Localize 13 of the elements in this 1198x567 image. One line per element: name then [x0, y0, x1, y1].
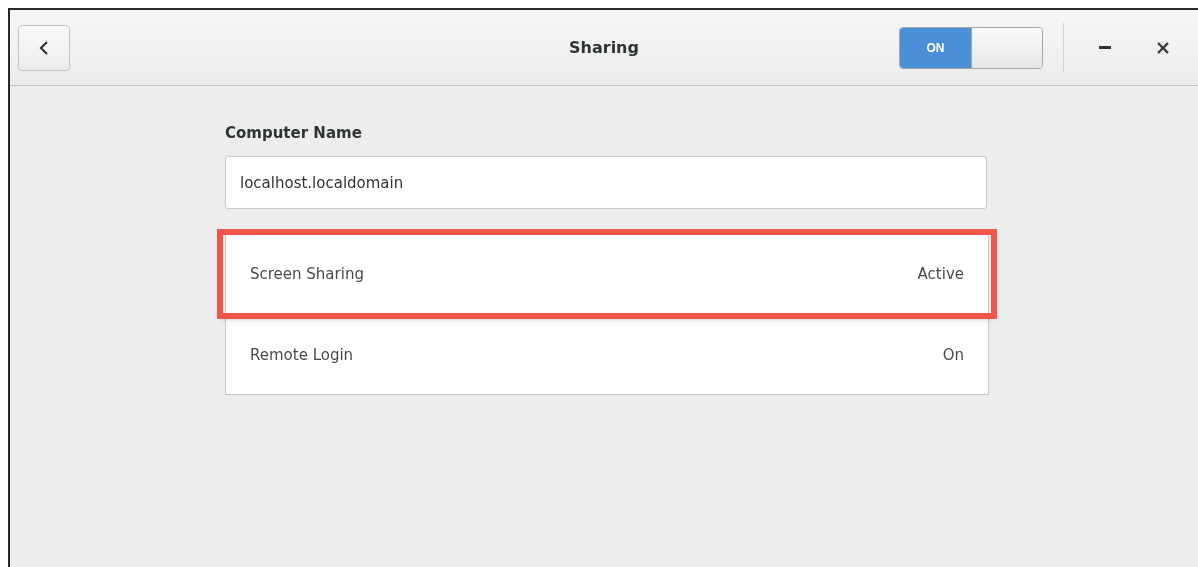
field-label: Computer Name — [225, 124, 363, 142]
computer-name-field[interactable]: localhost.localdomain — [225, 156, 987, 209]
service-status: On — [942, 345, 964, 364]
service-row[interactable]: Remote Login On — [226, 314, 988, 394]
service-name: Screen Sharing — [250, 265, 364, 283]
back-icon — [38, 39, 50, 56]
service-row[interactable]: Screen Sharing Active — [222, 234, 992, 314]
minimize-icon — [1099, 45, 1111, 50]
window-title: Sharing — [569, 38, 639, 57]
service-name: Remote Login — [250, 345, 354, 364]
back-button[interactable] — [18, 24, 70, 71]
close-icon — [1157, 41, 1169, 54]
service-status: Active — [917, 265, 964, 283]
